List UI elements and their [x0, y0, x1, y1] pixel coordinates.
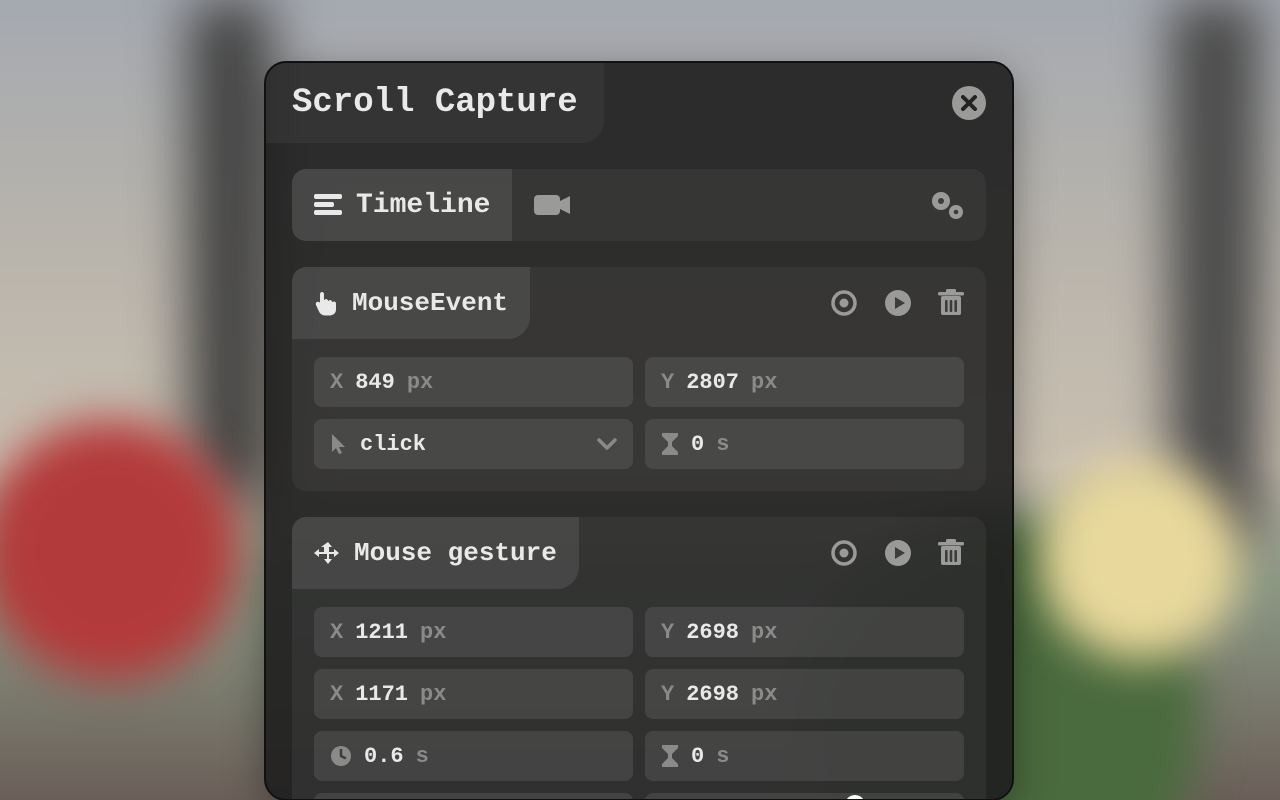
delete-button[interactable]: [938, 539, 964, 567]
gear-icon: [930, 190, 964, 220]
move-icon: [314, 540, 340, 566]
hourglass-icon: [661, 745, 679, 767]
s-unit: s: [716, 432, 729, 457]
scroll-capture-panel: Scroll Capture Timeline: [264, 61, 1014, 800]
event-card-actions: [830, 539, 964, 567]
y1-value: 2698: [686, 620, 739, 645]
x2-field[interactable]: X 1171 px: [314, 669, 633, 719]
target-button[interactable]: [830, 539, 858, 567]
tab-timeline-label: Timeline: [356, 190, 490, 221]
x-label: X: [330, 370, 343, 395]
event-card-header: Mouse gesture: [292, 517, 986, 589]
event-card-title: Mouse gesture: [354, 538, 557, 568]
s-unit: s: [716, 744, 729, 769]
cursor-icon: [330, 433, 348, 455]
panel-body: Timeline MouseEvent: [266, 143, 1012, 800]
x-field[interactable]: X 849 px: [314, 357, 633, 407]
path-badge: 2: [845, 795, 865, 800]
px-unit: px: [751, 620, 777, 645]
delay-value: 0: [691, 432, 704, 457]
tab-timeline[interactable]: Timeline: [292, 169, 512, 241]
event-card-title: MouseEvent: [352, 288, 508, 318]
close-icon: [961, 95, 977, 111]
event-card-header: MouseEvent: [292, 267, 986, 339]
chevron-down-icon: [597, 437, 617, 451]
easing-select[interactable]: quad.easeInOut: [314, 793, 633, 800]
event-card-body: X 849 px Y 2807 px click: [292, 339, 986, 491]
delete-button[interactable]: [938, 289, 964, 317]
y2-value: 2698: [686, 682, 739, 707]
duration-value: 0.6: [364, 744, 404, 769]
event-card-title-tab: MouseEvent: [292, 267, 530, 339]
hand-pointer-icon: [314, 290, 338, 316]
play-button[interactable]: [884, 539, 912, 567]
target-button[interactable]: [830, 289, 858, 317]
y2-field[interactable]: Y 2698 px: [645, 669, 964, 719]
event-card-body: X 1211 px Y 2698 px X 1171 px Y 2698: [292, 589, 986, 800]
action-select[interactable]: click: [314, 419, 633, 469]
action-value: click: [360, 432, 426, 457]
list-icon: [314, 192, 342, 218]
titlebar: Scroll Capture: [266, 63, 1012, 143]
clock-icon: [330, 745, 352, 767]
y1-field[interactable]: Y 2698 px: [645, 607, 964, 657]
y-label: Y: [661, 370, 674, 395]
s-unit: s: [416, 744, 429, 769]
play-icon: [884, 289, 912, 317]
px-unit: px: [420, 682, 446, 707]
x1-field[interactable]: X 1211 px: [314, 607, 633, 657]
delay-field[interactable]: 0 s: [645, 419, 964, 469]
play-icon: [884, 539, 912, 567]
trash-icon: [938, 289, 964, 317]
px-unit: px: [751, 370, 777, 395]
hourglass-icon: [661, 433, 679, 455]
px-unit: px: [420, 620, 446, 645]
target-icon: [830, 539, 858, 567]
toolbar: Timeline: [292, 169, 986, 241]
y-value: 2807: [686, 370, 739, 395]
x2-value: 1171: [355, 682, 408, 707]
y-label: Y: [661, 682, 674, 707]
settings-button[interactable]: [930, 190, 964, 220]
delay-value: 0: [691, 744, 704, 769]
event-card-actions: [830, 289, 964, 317]
title-tab: Scroll Capture: [266, 63, 604, 143]
target-icon: [830, 289, 858, 317]
event-card-title-tab: Mouse gesture: [292, 517, 579, 589]
x-label: X: [330, 620, 343, 645]
delay-field[interactable]: 0 s: [645, 731, 964, 781]
close-button[interactable]: [952, 86, 986, 120]
y-label: Y: [661, 620, 674, 645]
window-title: Scroll Capture: [292, 84, 578, 122]
x-label: X: [330, 682, 343, 707]
px-unit: px: [407, 370, 433, 395]
x-value: 849: [355, 370, 395, 395]
event-card-mousegesture: Mouse gesture X 1211: [292, 517, 986, 800]
event-card-mouseevent: MouseEvent X 849: [292, 267, 986, 491]
x1-value: 1211: [355, 620, 408, 645]
tab-record[interactable]: [512, 169, 592, 241]
duration-field[interactable]: 0.6 s: [314, 731, 633, 781]
camera-icon: [534, 193, 570, 217]
play-button[interactable]: [884, 289, 912, 317]
px-unit: px: [751, 682, 777, 707]
y-field[interactable]: Y 2807 px: [645, 357, 964, 407]
path-display[interactable]: 2: [645, 793, 964, 800]
trash-icon: [938, 539, 964, 567]
